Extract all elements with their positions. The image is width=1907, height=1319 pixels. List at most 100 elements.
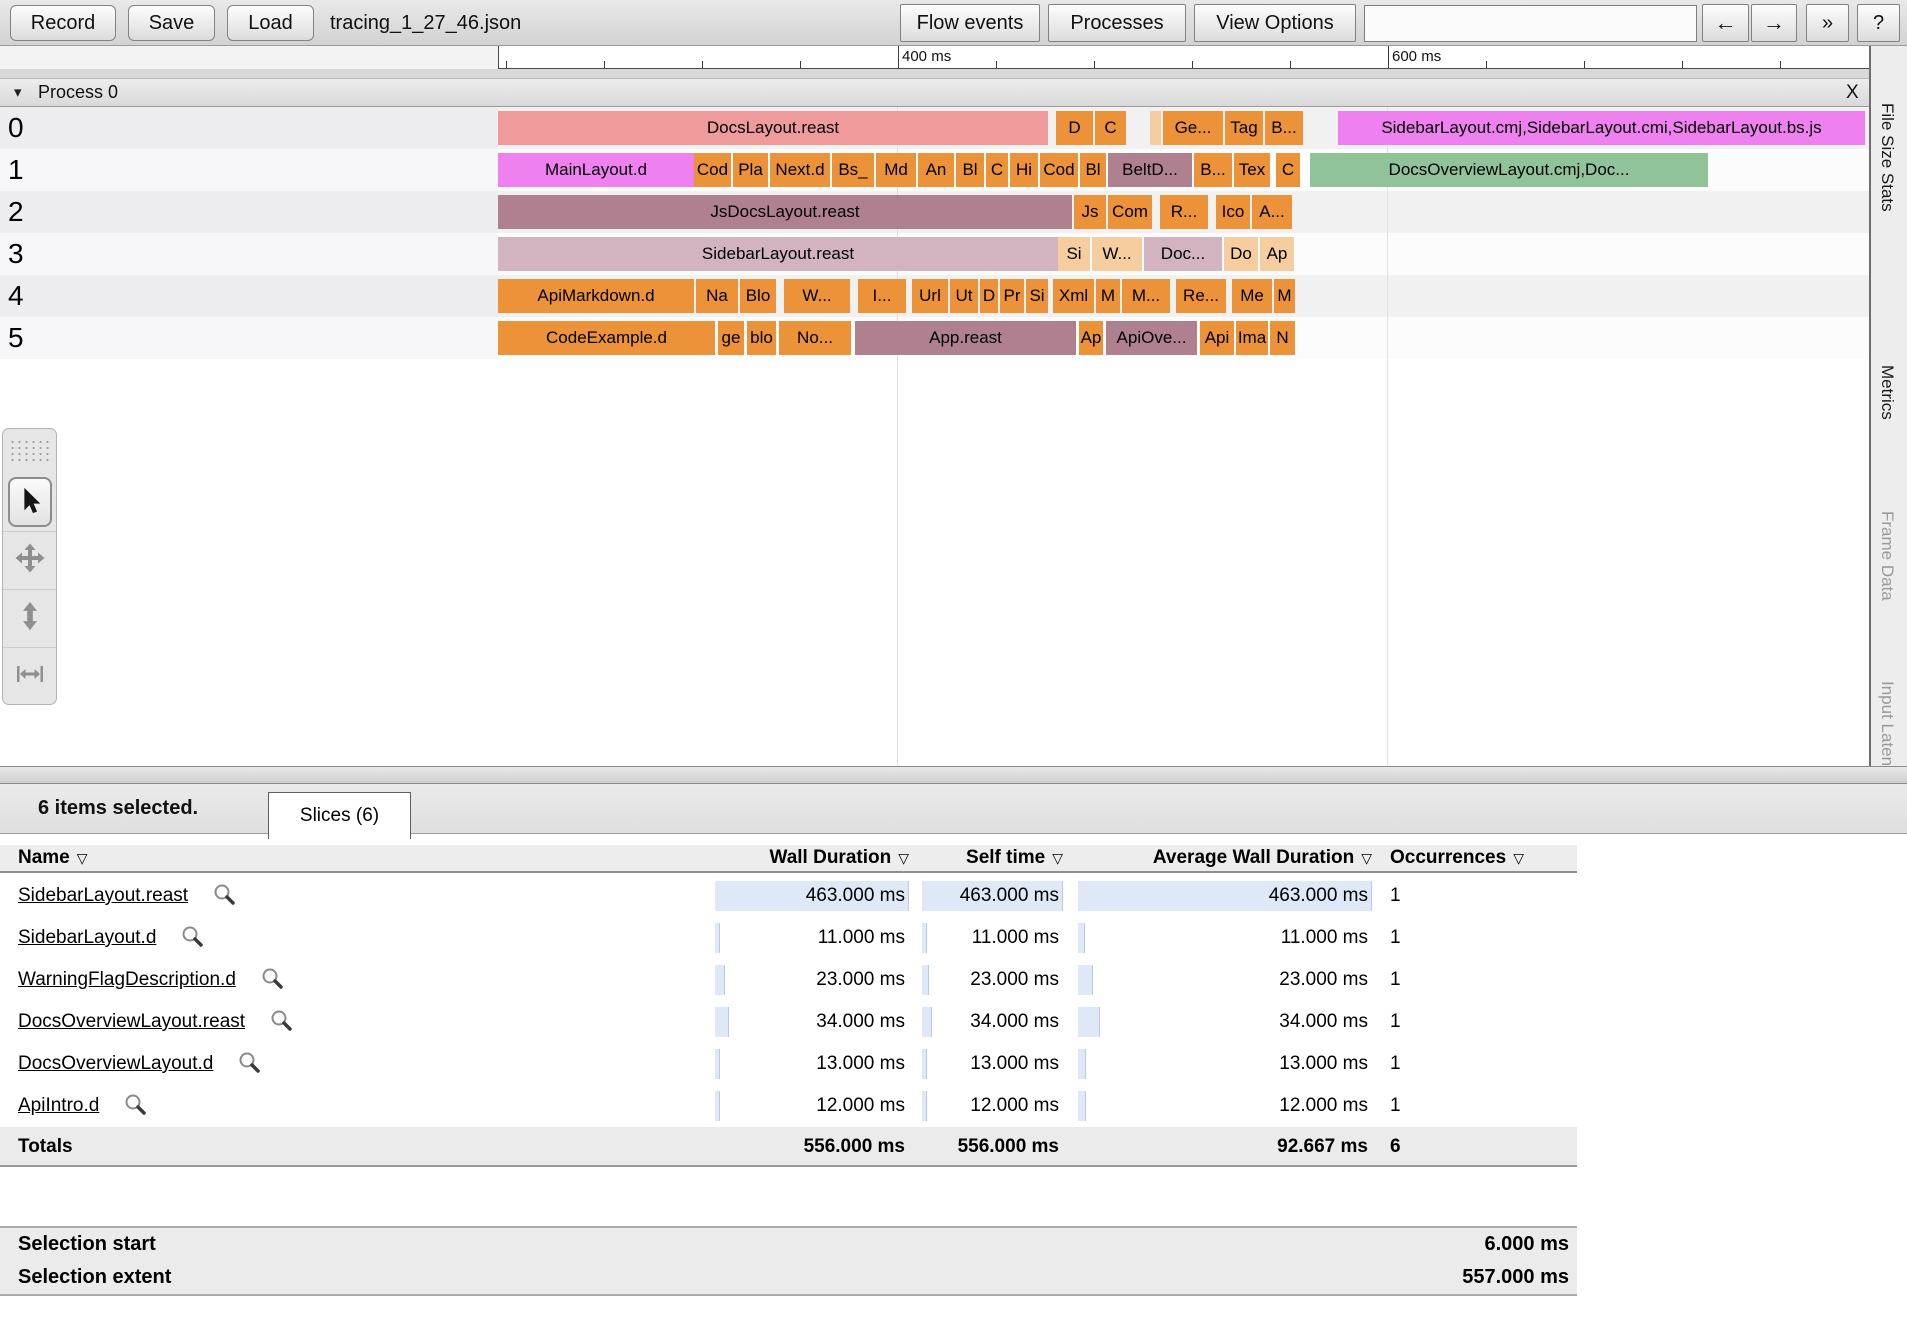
slice-name-link[interactable]: SidebarLayout.reast — [18, 885, 188, 906]
trace-slice[interactable]: Tex — [1234, 153, 1270, 187]
side-tab-metrics[interactable]: Metrics — [1877, 365, 1897, 420]
trace-slice[interactable]: Do — [1224, 237, 1258, 271]
trace-slice[interactable]: Api — [1200, 321, 1234, 355]
more-options-button[interactable]: » — [1806, 4, 1849, 42]
record-button[interactable]: Record — [10, 5, 116, 41]
tab-slices[interactable]: Slices (6) — [268, 792, 411, 839]
trace-slice[interactable]: M — [1274, 279, 1295, 313]
trace-slice[interactable]: DocsLayout.reast — [498, 111, 1048, 145]
magnifier-icon[interactable] — [180, 922, 204, 964]
trace-slice[interactable]: CodeExample.d — [498, 321, 715, 355]
column-header-name[interactable]: Name ▽ — [18, 845, 88, 871]
trace-slice[interactable]: BeltD... — [1108, 153, 1192, 187]
trace-slice[interactable]: An — [918, 153, 954, 187]
trace-slice[interactable]: Md — [876, 153, 916, 187]
trace-slice[interactable]: Url — [912, 279, 948, 313]
view-options-button[interactable]: View Options — [1194, 4, 1356, 42]
trace-slice[interactable]: Re... — [1176, 279, 1226, 313]
trace-slice[interactable]: App.reast — [855, 321, 1076, 355]
trace-slice[interactable]: W... — [784, 279, 850, 313]
find-previous-button[interactable]: ← — [1702, 4, 1749, 42]
trace-slice[interactable]: Si — [1026, 279, 1048, 313]
panel-splitter[interactable] — [0, 766, 1907, 784]
column-header-average-wall-duration[interactable]: Average Wall Duration ▽ — [1078, 845, 1372, 871]
trace-slice[interactable]: ApiMarkdown.d — [498, 279, 694, 313]
side-tab-file-size-stats[interactable]: File Size Stats — [1877, 103, 1897, 212]
trace-slice[interactable]: W... — [1092, 237, 1142, 271]
trace-slice[interactable]: Js — [1074, 195, 1106, 229]
flow-events-button[interactable]: Flow events — [900, 4, 1040, 42]
trace-slice[interactable]: Na — [696, 279, 738, 313]
trace-slice[interactable]: DocsOverviewLayout.cmj,Doc... — [1310, 153, 1708, 187]
load-button[interactable]: Load — [227, 5, 314, 41]
trace-slice[interactable]: SidebarLayout.cmj,SidebarLayout.cmi,Side… — [1338, 111, 1865, 145]
column-header-self-time[interactable]: Self time ▽ — [922, 845, 1063, 871]
timing-selection-tool-button[interactable] — [3, 647, 56, 704]
trace-slice[interactable]: D — [1056, 111, 1093, 145]
trace-slice[interactable]: Doc... — [1144, 237, 1222, 271]
trace-slice[interactable]: M... — [1122, 279, 1170, 313]
magnifier-icon[interactable] — [237, 1048, 261, 1090]
trace-slice[interactable]: Ge... — [1163, 111, 1223, 145]
trace-slice[interactable]: C — [986, 153, 1008, 187]
magnifier-icon[interactable] — [269, 1006, 293, 1048]
trace-slice[interactable]: Com — [1108, 195, 1152, 229]
trace-slice[interactable]: N — [1270, 321, 1295, 355]
trace-slice[interactable]: Bl — [956, 153, 984, 187]
trace-slice[interactable]: MainLayout.d — [498, 153, 694, 187]
palette-drag-handle[interactable] — [3, 429, 56, 473]
slice-name-link[interactable]: ApiIntro.d — [18, 1095, 99, 1116]
slice-name-link[interactable]: SidebarLayout.d — [18, 927, 156, 948]
trace-slice[interactable]: R... — [1160, 195, 1208, 229]
vertical-zoom-tool-button[interactable] — [3, 589, 56, 647]
magnifier-icon[interactable] — [212, 880, 236, 922]
magnifier-icon[interactable] — [260, 964, 284, 1006]
help-button[interactable]: ? — [1857, 4, 1900, 42]
trace-slice[interactable]: A... — [1252, 195, 1292, 229]
trace-slice[interactable]: Hi — [1010, 153, 1038, 187]
column-header-wall-duration[interactable]: Wall Duration ▽ — [715, 845, 909, 871]
trace-slice[interactable]: B... — [1265, 111, 1303, 145]
trace-slice[interactable]: Xml — [1053, 279, 1094, 313]
collapse-arrow-icon[interactable]: ▾ — [14, 79, 22, 106]
trace-slice[interactable] — [1150, 111, 1161, 145]
trace-slice[interactable]: Si — [1058, 237, 1090, 271]
magnifier-icon[interactable] — [123, 1090, 147, 1132]
trace-slice[interactable]: Next.d — [770, 153, 830, 187]
trace-slice[interactable]: C — [1095, 111, 1126, 145]
save-button[interactable]: Save — [128, 5, 215, 41]
trace-slice[interactable]: Tag — [1225, 111, 1263, 145]
trace-slice[interactable]: blo — [747, 321, 776, 355]
trace-slice[interactable]: JsDocsLayout.reast — [498, 195, 1072, 229]
trace-slice[interactable]: ApiOve... — [1106, 321, 1197, 355]
search-input[interactable] — [1364, 5, 1697, 42]
trace-slice[interactable]: Ut — [950, 279, 978, 313]
trace-slice[interactable]: Ico — [1216, 195, 1250, 229]
trace-slice[interactable]: B... — [1194, 153, 1232, 187]
slice-name-link[interactable]: DocsOverviewLayout.reast — [18, 1011, 245, 1032]
trace-slice[interactable]: Ap — [1260, 237, 1294, 271]
trace-slice[interactable]: Bl — [1080, 153, 1106, 187]
close-process-icon[interactable]: X — [1846, 79, 1859, 106]
find-next-button[interactable]: → — [1751, 4, 1797, 42]
trace-slice[interactable]: Cod — [694, 153, 731, 187]
pan-tool-button[interactable] — [3, 531, 56, 589]
trace-slice[interactable]: Pr — [1000, 279, 1024, 313]
trace-slice[interactable]: SidebarLayout.reast — [498, 237, 1058, 271]
trace-slice[interactable]: Bs_ — [832, 153, 874, 187]
trace-slice[interactable]: No... — [779, 321, 851, 355]
processes-button[interactable]: Processes — [1048, 4, 1186, 42]
trace-slice[interactable]: ge — [718, 321, 744, 355]
trace-slice[interactable]: Pla — [733, 153, 768, 187]
trace-slice[interactable]: Ima — [1236, 321, 1268, 355]
selection-tool-button[interactable] — [3, 473, 56, 531]
trace-slice[interactable]: M — [1096, 279, 1120, 313]
trace-slice[interactable]: C — [1276, 153, 1300, 187]
trace-slice[interactable]: Cod — [1040, 153, 1078, 187]
trace-slice[interactable]: Blo — [740, 279, 776, 313]
trace-slice[interactable]: Ap — [1079, 321, 1103, 355]
column-header-occurrences[interactable]: Occurrences ▽ — [1390, 845, 1560, 871]
slice-name-link[interactable]: DocsOverviewLayout.d — [18, 1053, 213, 1074]
trace-slice[interactable]: Me — [1232, 279, 1272, 313]
trace-slice[interactable]: D — [980, 279, 998, 313]
